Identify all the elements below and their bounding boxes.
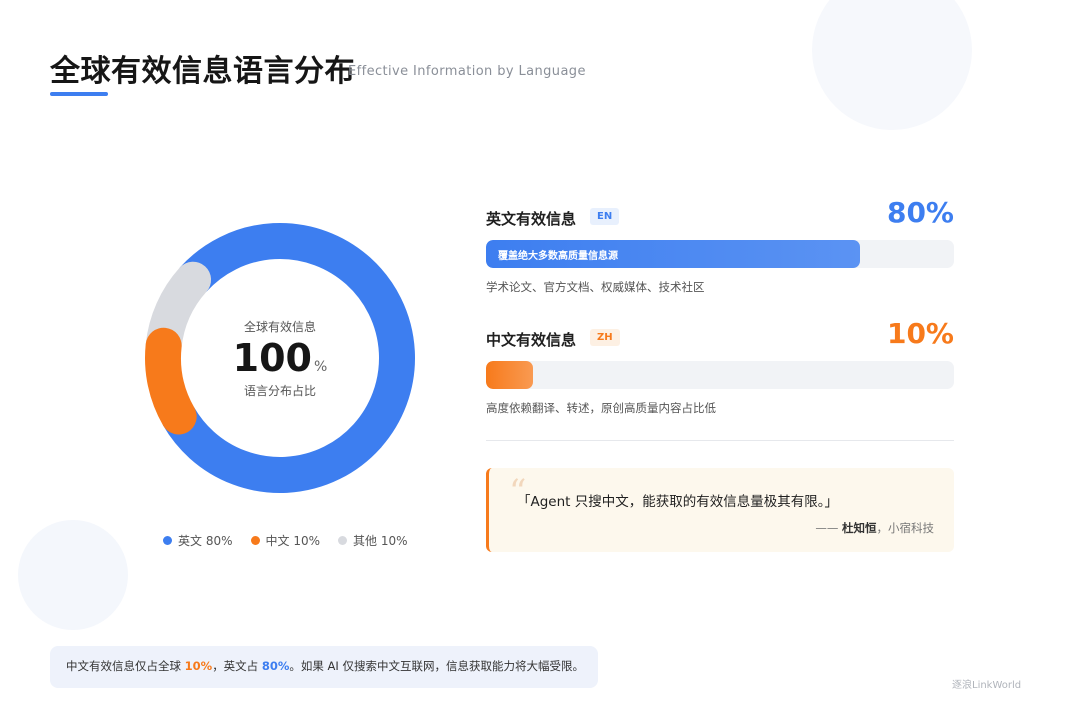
legend-dot-en xyxy=(163,536,172,545)
metric-label: 英文有效信息 xyxy=(486,210,577,228)
legend-item-zh: 中文 10% xyxy=(250,532,321,549)
language-tag-en: EN xyxy=(590,208,620,225)
quote-author-org: ，小宿科技 xyxy=(876,521,935,535)
quote-text: 「Agent 只搜中文，能获取的有效信息量极其有限。」 xyxy=(517,494,839,510)
summary-text: 中文有效信息仅占全球 xyxy=(66,659,185,673)
quote-author-name: 杜知恒 xyxy=(842,521,877,535)
decorative-circle xyxy=(812,0,972,130)
page-title: 全球有效信息语言分布 xyxy=(50,54,355,89)
brand-watermark: 逐浪LinkWorld xyxy=(952,680,1022,691)
quote-author-prefix: —— xyxy=(815,521,842,535)
chart-legend: 英文 80% 中文 10% 其他 10% xyxy=(163,532,408,549)
progress-track xyxy=(486,361,954,389)
legend-label-en: 英文 80% xyxy=(178,534,233,548)
summary-text: ，英文占 xyxy=(212,659,262,673)
metric-description: 高度依赖翻译、转述，原创高质量内容占比低 xyxy=(486,401,716,415)
metric-value: 80% xyxy=(886,196,954,229)
legend-item-other: 其他 10% xyxy=(338,532,408,549)
donut-center-caption: 全球有效信息 xyxy=(243,320,316,334)
progress-label: 覆盖绝大多数高质量信息源 xyxy=(498,251,618,262)
language-tag-zh: ZH xyxy=(590,329,620,346)
donut-center-number: 100 xyxy=(232,336,312,380)
page-subtitle: Effective Information by Language xyxy=(348,64,586,79)
progress-fill: 覆盖绝大多数高质量信息源 xyxy=(486,240,861,268)
metric-header: 中文有效信息 ZH 10% xyxy=(486,317,954,361)
divider xyxy=(486,440,954,441)
metric-header: 英文有效信息 EN 80% xyxy=(486,196,954,240)
metric-label: 中文有效信息 xyxy=(486,331,577,349)
metric-chinese: 中文有效信息 ZH 10% 高度依赖翻译、转述，原创高质量内容占比低 xyxy=(486,317,954,416)
summary-highlight-en: 80% xyxy=(261,659,290,673)
summary-note: 中文有效信息仅占全球 10%，英文占 80%。如果 AI 仅搜索中文互联网，信息… xyxy=(50,646,598,688)
summary-text: 。如果 AI 仅搜索中文互联网，信息获取能力将大幅受限。 xyxy=(289,659,584,673)
metric-value: 10% xyxy=(886,317,954,350)
donut-chart: 全球有效信息 100% 语言分布占比 xyxy=(140,218,420,498)
progress-fill xyxy=(486,361,533,389)
quote-author: —— 杜知恒，小宿科技 xyxy=(815,520,934,536)
legend-dot-other xyxy=(338,536,347,545)
metric-english: 英文有效信息 EN 80% 覆盖绝大多数高质量信息源 学术论文、官方文档、权威媒… xyxy=(486,196,954,295)
legend-label-zh: 中文 10% xyxy=(265,534,321,548)
summary-highlight-zh: 10% xyxy=(184,659,213,673)
metric-description: 学术论文、官方文档、权威媒体、技术社区 xyxy=(486,280,705,294)
legend-dot-zh xyxy=(250,536,260,545)
donut-center: 全球有效信息 100% 语言分布占比 xyxy=(140,218,420,498)
donut-center-subcaption: 语言分布占比 xyxy=(243,384,316,398)
legend-label-other: 其他 10% xyxy=(353,534,408,548)
legend-item-en: 英文 80% xyxy=(163,532,233,549)
title-underline xyxy=(50,92,108,96)
progress-track: 覆盖绝大多数高质量信息源 xyxy=(486,240,954,268)
decorative-circle xyxy=(18,520,128,630)
quote-card: “ 「Agent 只搜中文，能获取的有效信息量极其有限。」 —— 杜知恒，小宿科… xyxy=(486,468,954,552)
donut-center-unit: % xyxy=(314,359,328,375)
